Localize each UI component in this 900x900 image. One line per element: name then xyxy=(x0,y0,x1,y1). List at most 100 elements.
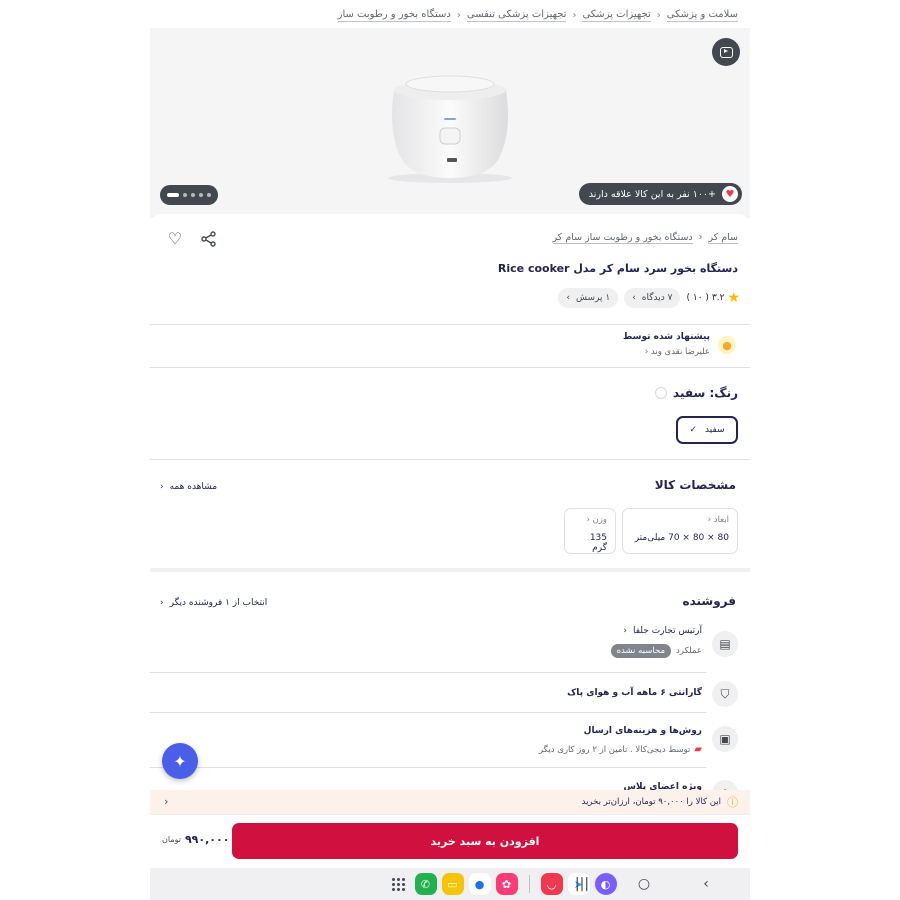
chevron-left-icon: › xyxy=(566,293,570,303)
shipping-detail: توسط دیجی‌کالا . تامین از ۲ روز کاری دیگ… xyxy=(538,744,691,755)
digikala-app-icon[interactable]: ◡ xyxy=(540,873,563,895)
app-frame: سلامت و پزشکی ‹ تجهیزات پزشکی ‹ تجهیزات … xyxy=(150,0,750,900)
chevron-left-icon: ‹ xyxy=(698,232,703,243)
price: ۹۹۰,۰۰۰ تومان xyxy=(162,833,229,846)
recent-apps-icon[interactable]: ||| xyxy=(572,874,592,894)
rating-count: ( ۱۰ ) xyxy=(686,293,709,303)
brand-link[interactable]: سام کر xyxy=(708,232,738,244)
recommendation-label: پیشنهاد شده توسط xyxy=(623,332,710,342)
divider xyxy=(150,672,706,673)
system-navigation-bar: ✆ ▭ ● ✿ ◡ ➤ ◐ ||| ○ ‹ xyxy=(150,868,750,900)
shield-check-icon: ⛉ xyxy=(712,681,738,707)
shipping-title[interactable]: روش‌ها و هزینه‌های ارسال xyxy=(584,726,702,736)
product-title: دستگاه بخور سرد سام کر مدل Rice cooker xyxy=(497,262,738,275)
chevron-left-icon: ‹ xyxy=(656,9,661,21)
breadcrumb-item[interactable]: تجهیزات پزشکی تنفسی xyxy=(466,9,567,22)
add-to-cart-button[interactable]: افزودن به سبد خرید xyxy=(232,823,738,859)
spec-label: وزن xyxy=(592,515,607,525)
notes-app-icon[interactable]: ▭ xyxy=(441,873,464,895)
questions-label: ۱ پرسش xyxy=(575,293,611,303)
product-gallery[interactable]: ♥ +۱۰۰ نفر به این کالا علاقه دارند xyxy=(150,28,750,218)
gallery-pagination xyxy=(160,185,218,205)
currency-label: تومان xyxy=(162,835,181,844)
color-title: رنگ: سفید xyxy=(673,386,738,400)
reviews-label: ۷ دیدگاه xyxy=(641,293,673,303)
price-notice-bar[interactable]: ⓘ این کالا را ۹۰,۰۰۰ تومان، ارزان‌تر بخر… xyxy=(150,790,750,814)
likes-badge: ♥ +۱۰۰ نفر به این کالا علاقه دارند xyxy=(578,183,742,205)
spec-label-row: ابعاد ‹ xyxy=(631,515,729,525)
seller-name-row[interactable]: آرتیس تجارت جلفا ‹ xyxy=(623,626,702,636)
category-link[interactable]: دستگاه بخور و رطوبت ساز سام کر xyxy=(552,232,693,244)
gallery-dot[interactable] xyxy=(191,193,195,197)
reviews-chip[interactable]: ۷ دیدگاه › xyxy=(624,288,681,308)
section-separator xyxy=(150,568,750,572)
gallery-dot[interactable] xyxy=(199,193,203,197)
spec-label-row: وزن ‹ xyxy=(573,515,607,525)
questions-chip[interactable]: ۱ پرسش › xyxy=(558,288,619,308)
color-option-white[interactable]: سفید ✓ xyxy=(676,416,738,444)
shipping-detail-row: ▰ توسط دیجی‌کالا . تامین از ۲ روز کاری د… xyxy=(539,744,702,755)
chevron-left-icon: ‹ xyxy=(456,9,461,21)
truck-icon: ▰ xyxy=(694,744,702,755)
home-icon[interactable]: ○ xyxy=(634,874,654,894)
chevron-left-icon: › xyxy=(632,293,636,303)
back-icon[interactable]: ‹ xyxy=(696,874,716,894)
rating: ★ ۳.۲ ( ۱۰ ) xyxy=(686,290,740,306)
see-all-specs-link[interactable]: مشاهده همه ‹ xyxy=(160,482,217,492)
chevron-left-icon: ‹ xyxy=(164,795,169,808)
star-icon: ★ xyxy=(727,290,740,306)
performance-badge: محاسبه نشده xyxy=(610,644,672,658)
spec-value: 80 × 80 × 70 میلی‌متر xyxy=(634,533,729,543)
color-swatch xyxy=(655,387,668,399)
chevron-left-icon: ‹ xyxy=(707,515,712,525)
phone-app-icon[interactable]: ✆ xyxy=(414,873,437,895)
breadcrumb: سلامت و پزشکی ‹ تجهیزات پزشکی ‹ تجهیزات … xyxy=(162,6,738,24)
spec-card-weight[interactable]: وزن ‹ 135 گرم xyxy=(564,508,616,554)
breadcrumb-item[interactable]: سلامت و پزشکی xyxy=(666,9,738,22)
recommender-name-row[interactable]: علیرضا نقدی وند ‹ xyxy=(623,347,710,357)
app-drawer-icon[interactable] xyxy=(388,873,410,895)
gallery-app-icon[interactable]: ✿ xyxy=(495,873,518,895)
spec-card-dimensions[interactable]: ابعاد ‹ 80 × 80 × 70 میلی‌متر xyxy=(622,508,738,554)
warranty-text: گارانتی ۶ ماهه آب و هوای پاک xyxy=(567,688,702,698)
other-sellers-link[interactable]: انتخاب از ۱ فروشنده دیگر ‹ xyxy=(160,598,267,608)
divider xyxy=(150,459,750,460)
sparkle-icon: ✦ xyxy=(173,751,187,771)
gallery-dot[interactable] xyxy=(207,193,211,197)
messages-app-icon[interactable]: ● xyxy=(468,873,491,895)
gallery-dot-active[interactable] xyxy=(167,193,179,197)
product-details: سام کر ‹ دستگاه بخور و رطوبت ساز سام کر … xyxy=(150,214,750,814)
divider xyxy=(150,367,750,368)
spec-value: 135 گرم xyxy=(589,533,607,553)
other-sellers-label: انتخاب از ۱ فروشنده دیگر xyxy=(169,598,268,608)
video-button[interactable] xyxy=(712,38,740,66)
specs-title: مشخصات کالا xyxy=(654,478,736,492)
chevron-left-icon: ‹ xyxy=(572,9,577,21)
gallery-dot[interactable] xyxy=(183,193,187,197)
assistant-sparkle-button[interactable]: ✦ xyxy=(162,743,198,779)
lightbulb-icon: ● xyxy=(718,336,736,354)
rating-value: ۳.۲ xyxy=(711,293,725,303)
likes-text: +۱۰۰ نفر به این کالا علاقه دارند xyxy=(588,188,716,200)
product-image[interactable] xyxy=(370,60,530,185)
breadcrumb-item[interactable]: دستگاه بخور و رطوبت ساز xyxy=(337,9,451,22)
breadcrumb-item[interactable]: تجهیزات پزشکی xyxy=(582,9,651,22)
performance-label: عملکرد xyxy=(676,646,702,656)
price-value: ۹۹۰,۰۰۰ xyxy=(184,833,230,846)
chevron-left-icon: ‹ xyxy=(623,626,628,636)
divider xyxy=(150,767,706,768)
favorite-heart-icon[interactable]: ♡ xyxy=(166,230,184,248)
see-all-label: مشاهده همه xyxy=(169,482,218,492)
product-stats: ★ ۳.۲ ( ۱۰ ) ۷ دیدگاه › ۱ پرسش › xyxy=(558,288,740,308)
color-option-label: سفید xyxy=(705,425,725,435)
buy-bar: افزودن به سبد خرید ۹۹۰,۰۰۰ تومان xyxy=(150,814,750,868)
recommendation-block[interactable]: ● پیشنهاد شده توسط علیرضا نقدی وند ‹ xyxy=(623,332,736,357)
divider xyxy=(150,712,706,713)
dock-separator xyxy=(528,875,530,893)
video-play-icon xyxy=(719,46,733,58)
seller-performance: عملکرد محاسبه نشده xyxy=(610,644,702,658)
share-icon[interactable] xyxy=(200,230,218,248)
info-icon: ⓘ xyxy=(727,796,738,809)
notice-text: این کالا را ۹۰,۰۰۰ تومان، ارزان‌تر بخرید xyxy=(581,797,721,807)
check-icon: ✓ xyxy=(689,425,697,435)
